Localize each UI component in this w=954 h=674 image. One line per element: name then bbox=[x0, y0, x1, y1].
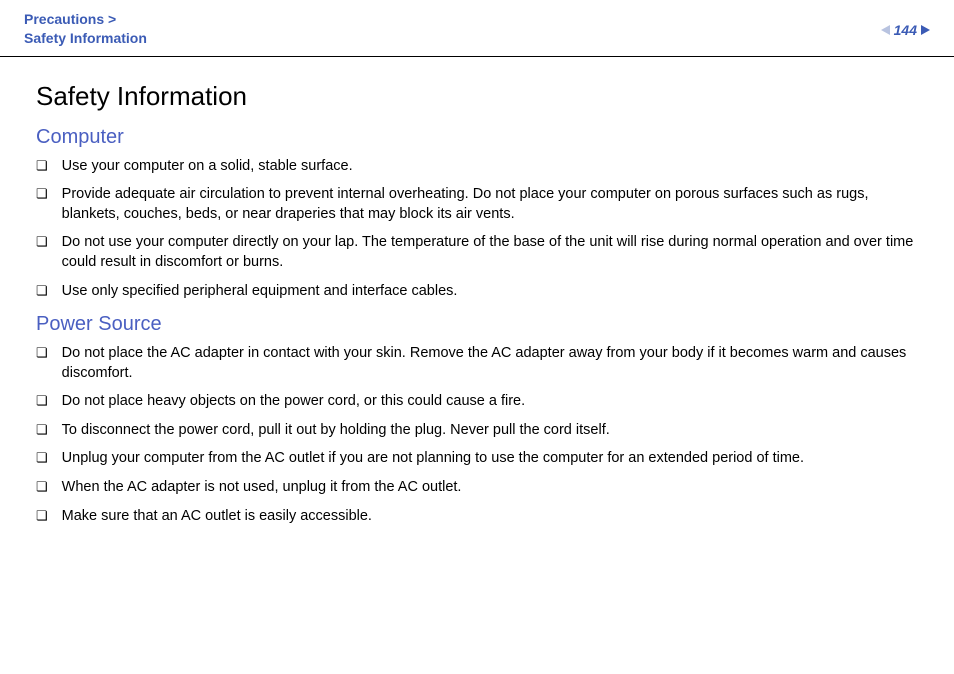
next-page-icon[interactable] bbox=[921, 25, 930, 35]
list-item-text: Provide adequate air circulation to prev… bbox=[62, 185, 918, 224]
prev-page-icon[interactable] bbox=[881, 25, 890, 35]
section-heading-computer: Computer bbox=[36, 126, 918, 149]
bullet-icon: ❏ bbox=[36, 507, 48, 525]
list-item: ❏ To disconnect the power cord, pull it o… bbox=[36, 421, 918, 441]
list-item-text: Use only specified peripheral equipment … bbox=[62, 282, 918, 302]
list-item-text: To disconnect the power cord, pull it ou… bbox=[62, 421, 918, 441]
list-item: ❏ Do not place heavy objects on the power… bbox=[36, 392, 918, 412]
list-item-text: Unplug your computer from the AC outlet … bbox=[62, 449, 918, 469]
list-item-text: Use your computer on a solid, stable sur… bbox=[62, 157, 918, 177]
list-computer: ❏ Use your computer on a solid, stable su… bbox=[36, 157, 918, 301]
page-nav: 144 bbox=[881, 10, 930, 38]
list-item: ❏ Do not use your computer directly on yo… bbox=[36, 233, 918, 272]
page-title: Safety Information bbox=[36, 81, 918, 112]
list-item-text: When the AC adapter is not used, unplug … bbox=[62, 478, 918, 498]
list-item-text: Do not place heavy objects on the power … bbox=[62, 392, 918, 412]
list-item: ❏ Use your computer on a solid, stable su… bbox=[36, 157, 918, 177]
bullet-icon: ❏ bbox=[36, 392, 48, 410]
section-heading-power: Power Source bbox=[36, 313, 918, 336]
bullet-icon: ❏ bbox=[36, 478, 48, 496]
bullet-icon: ❏ bbox=[36, 421, 48, 439]
bullet-icon: ❏ bbox=[36, 449, 48, 467]
list-item: ❏ Make sure that an AC outlet is easily a… bbox=[36, 507, 918, 527]
list-item-text: Do not place the AC adapter in contact w… bbox=[62, 344, 918, 383]
breadcrumb-line1: Precautions > bbox=[24, 10, 147, 29]
list-item: ❏ Do not place the AC adapter in contact … bbox=[36, 344, 918, 383]
breadcrumb-line2: Safety Information bbox=[24, 29, 147, 48]
bullet-icon: ❏ bbox=[36, 185, 48, 203]
page-number: 144 bbox=[894, 22, 917, 38]
list-item: ❏ Provide adequate air circulation to pre… bbox=[36, 185, 918, 224]
list-power: ❏ Do not place the AC adapter in contact … bbox=[36, 344, 918, 526]
bullet-icon: ❏ bbox=[36, 233, 48, 251]
page-header: Precautions > Safety Information 144 bbox=[0, 0, 954, 57]
list-item: ❏ When the AC adapter is not used, unplug… bbox=[36, 478, 918, 498]
bullet-icon: ❏ bbox=[36, 157, 48, 175]
list-item-text: Do not use your computer directly on you… bbox=[62, 233, 918, 272]
bullet-icon: ❏ bbox=[36, 282, 48, 300]
list-item: ❏ Use only specified peripheral equipment… bbox=[36, 282, 918, 302]
page-content: Safety Information Computer ❏ Use your co… bbox=[0, 57, 954, 526]
bullet-icon: ❏ bbox=[36, 344, 48, 362]
list-item-text: Make sure that an AC outlet is easily ac… bbox=[62, 507, 918, 527]
breadcrumb: Precautions > Safety Information bbox=[24, 10, 147, 48]
list-item: ❏ Unplug your computer from the AC outlet… bbox=[36, 449, 918, 469]
